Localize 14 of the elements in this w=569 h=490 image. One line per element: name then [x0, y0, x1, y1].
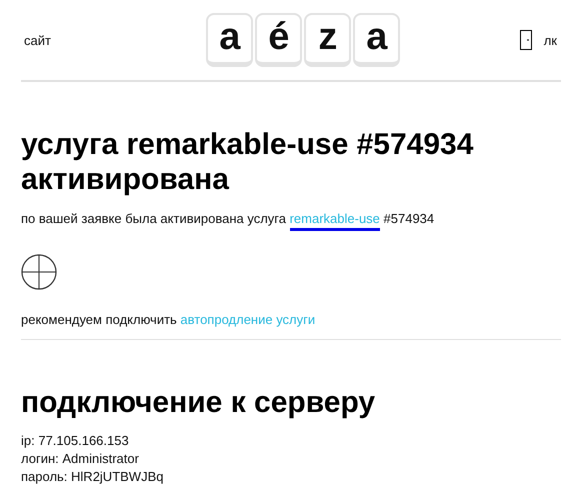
credential-line: ip: 77.105.166.153	[21, 432, 130, 450]
page-heading: услуга remarkable-use #574934 активирована	[21, 127, 474, 197]
door-icon[interactable]	[520, 30, 532, 50]
account-link[interactable]: лк	[544, 32, 557, 48]
section-heading: подключение к серверу	[21, 385, 376, 420]
credential-line: пароль: HlR2jUTBWJBq	[21, 468, 164, 486]
logo-key: a	[353, 13, 400, 67]
site-link[interactable]: сайт	[24, 32, 51, 48]
logo-key: a	[206, 13, 254, 67]
logo-key: é	[255, 13, 302, 67]
logo-key: z	[304, 13, 352, 67]
crosshair-icon	[21, 254, 57, 290]
recommendation-text: рекомендуем подключить автопродление услуги	[21, 312, 316, 327]
credential-line: логин: Administrator	[21, 450, 140, 468]
